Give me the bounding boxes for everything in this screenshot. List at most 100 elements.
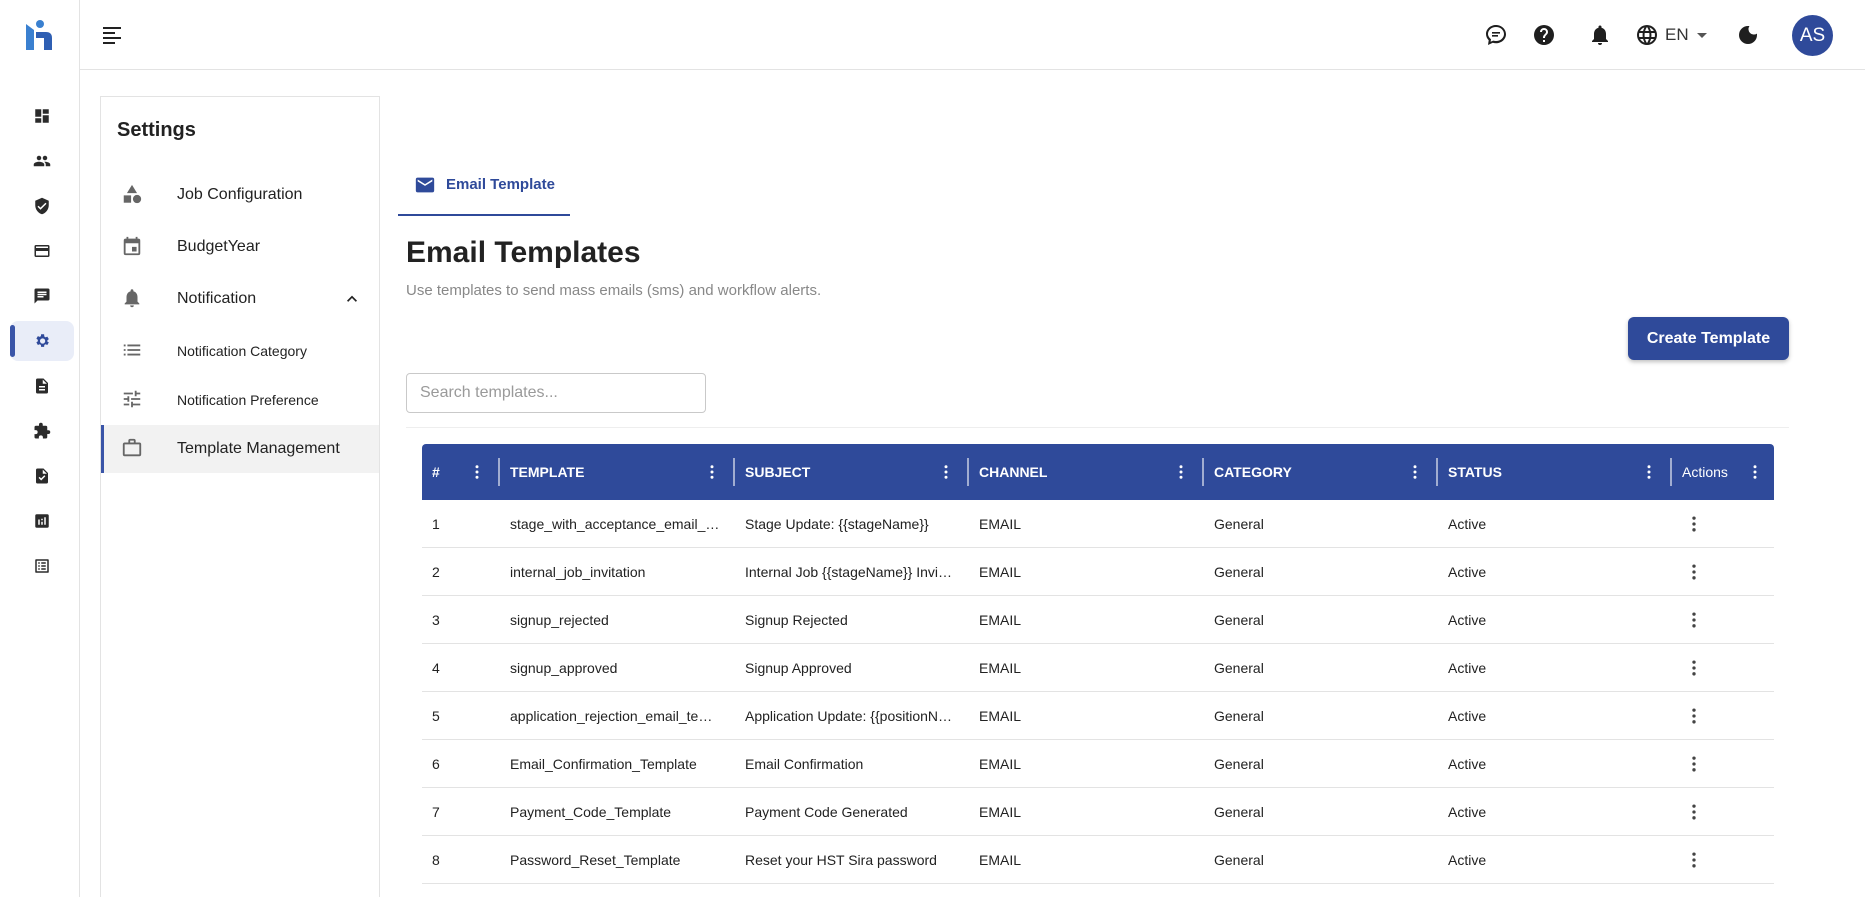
page-title: Email Templates — [406, 236, 641, 269]
column-header-label: STATUS — [1448, 464, 1502, 480]
column-header[interactable]: Actions — [1672, 444, 1774, 500]
cell-status: Active — [1448, 852, 1487, 868]
row-actions-icon[interactable] — [1684, 562, 1704, 582]
dark-mode-moon-icon[interactable] — [1736, 23, 1760, 47]
language-selector[interactable]: EN — [1635, 22, 1707, 48]
row-actions-icon[interactable] — [1684, 658, 1704, 678]
column-header-label: # — [432, 464, 440, 480]
app-logo[interactable] — [22, 18, 56, 52]
settings-title: Settings — [117, 119, 196, 141]
column-menu-icon[interactable] — [1746, 463, 1764, 481]
cell-category: General — [1214, 756, 1264, 772]
settings-item-notification-preference[interactable]: Notification Preference — [101, 376, 379, 424]
table-row[interactable]: 3 signup_rejected Signup Rejected EMAIL Gene… — [422, 596, 1774, 644]
column-header[interactable]: CHANNEL — [969, 444, 1204, 500]
cell-category: General — [1214, 708, 1264, 724]
column-header-label: CHANNEL — [979, 464, 1048, 480]
language-label: EN — [1665, 25, 1689, 44]
top-bar: EN AS — [80, 0, 1865, 70]
cell-row-number: 8 — [432, 852, 440, 868]
column-header-label: Actions — [1682, 464, 1728, 480]
column-menu-icon[interactable] — [468, 463, 486, 481]
rail-settings-gear-icon[interactable] — [10, 321, 74, 361]
column-header[interactable]: CATEGORY — [1204, 444, 1438, 500]
table-row[interactable]: 1 stage_with_acceptance_email_template Sta… — [422, 500, 1774, 548]
cell-template-name: signup_approved — [510, 660, 618, 676]
column-header-label: CATEGORY — [1214, 464, 1292, 480]
shield-check-icon — [35, 197, 49, 215]
row-actions-icon[interactable] — [1684, 850, 1704, 870]
column-menu-icon[interactable] — [937, 463, 955, 481]
cell-category: General — [1214, 660, 1264, 676]
settings-item-notification-category[interactable]: Notification Category — [101, 327, 379, 375]
rail-document-check-icon[interactable] — [10, 456, 74, 496]
column-header[interactable]: SUBJECT — [735, 444, 969, 500]
cell-template-name: stage_with_acceptance_email_template — [510, 516, 721, 532]
column-menu-icon[interactable] — [1172, 463, 1190, 481]
rail-analytics-icon[interactable] — [10, 501, 74, 541]
rail-list-alt-icon[interactable] — [10, 546, 74, 586]
column-header-label: SUBJECT — [745, 464, 811, 480]
create-template-button[interactable]: Create Template — [1628, 317, 1789, 360]
settings-item-budget-year[interactable]: BudgetYear — [101, 223, 379, 271]
rail-puzzle-icon[interactable] — [10, 411, 74, 451]
menu-toggle-icon[interactable] — [100, 23, 124, 47]
settings-item-label: Job Configuration — [177, 186, 303, 203]
table-row[interactable]: 6 Email_Confirmation_Template Email Confir… — [422, 740, 1774, 788]
cell-category: General — [1214, 804, 1264, 820]
avatar[interactable]: AS — [1792, 15, 1833, 56]
rail-credit-card-icon[interactable] — [10, 231, 74, 271]
row-actions-icon[interactable] — [1684, 754, 1704, 774]
column-menu-icon[interactable] — [703, 463, 721, 481]
settings-item-label: Template Management — [177, 440, 340, 457]
column-menu-icon[interactable] — [1640, 463, 1658, 481]
bell-icon[interactable] — [1588, 23, 1612, 47]
column-header[interactable]: STATUS — [1438, 444, 1672, 500]
tab-email-template[interactable]: Email Template — [398, 155, 570, 216]
settings-gear-icon — [36, 334, 49, 347]
column-header-label: TEMPLATE — [510, 464, 585, 480]
table-row[interactable]: 7 Payment_Code_Template Payment Code Gener… — [422, 788, 1774, 836]
cell-row-number: 2 — [432, 564, 440, 580]
row-actions-icon[interactable] — [1684, 802, 1704, 822]
chat-icon — [34, 288, 50, 304]
help-icon[interactable] — [1532, 23, 1556, 47]
cell-channel: EMAIL — [979, 708, 1022, 724]
settings-item-template-management[interactable]: Template Management — [101, 425, 379, 473]
row-actions-icon[interactable] — [1684, 610, 1704, 630]
rail-shield-check-icon[interactable] — [10, 186, 74, 226]
rail-document-icon[interactable] — [10, 366, 74, 406]
search-input[interactable] — [406, 373, 706, 413]
settings-item-notification[interactable]: Notification — [101, 275, 379, 323]
table-row[interactable]: 5 application_rejection_email_template App… — [422, 692, 1774, 740]
cell-channel: EMAIL — [979, 756, 1022, 772]
settings-panel: Settings Job Configuration BudgetYear No… — [100, 96, 380, 897]
bell-icon — [121, 287, 145, 311]
table-row[interactable]: 8 Password_Reset_Template Reset your HST S… — [422, 836, 1774, 884]
chat-bubble-icon[interactable] — [1484, 23, 1508, 47]
settings-item-job-configuration[interactable]: Job Configuration — [101, 171, 379, 219]
rail-people-icon[interactable] — [10, 141, 74, 181]
rail-dashboard-icon[interactable] — [10, 96, 74, 136]
cell-status: Active — [1448, 564, 1487, 580]
chevron-up-icon[interactable] — [342, 289, 362, 309]
cell-subject: Signup Approved — [745, 660, 852, 676]
column-header[interactable]: # — [422, 444, 500, 500]
table-row[interactable]: 4 signup_approved Signup Approved EMAIL Gene… — [422, 644, 1774, 692]
column-header[interactable]: TEMPLATE — [500, 444, 735, 500]
document-check-icon — [36, 468, 48, 484]
analytics-icon — [35, 514, 49, 528]
list-alt-icon — [35, 559, 49, 573]
cell-template-name: internal_job_invitation — [510, 564, 646, 580]
settings-item-label: Notification Preference — [177, 392, 319, 408]
page-subtitle: Use templates to send mass emails (sms) … — [406, 282, 822, 299]
row-actions-icon[interactable] — [1684, 514, 1704, 534]
row-actions-icon[interactable] — [1684, 706, 1704, 726]
settings-item-label: BudgetYear — [177, 238, 261, 255]
rail-chat-icon[interactable] — [10, 276, 74, 316]
cell-row-number: 6 — [432, 756, 440, 772]
column-menu-icon[interactable] — [1406, 463, 1424, 481]
cell-channel: EMAIL — [979, 660, 1022, 676]
table-row[interactable]: 2 internal_job_invitation Internal Job {{s… — [422, 548, 1774, 596]
document-icon — [36, 378, 48, 394]
